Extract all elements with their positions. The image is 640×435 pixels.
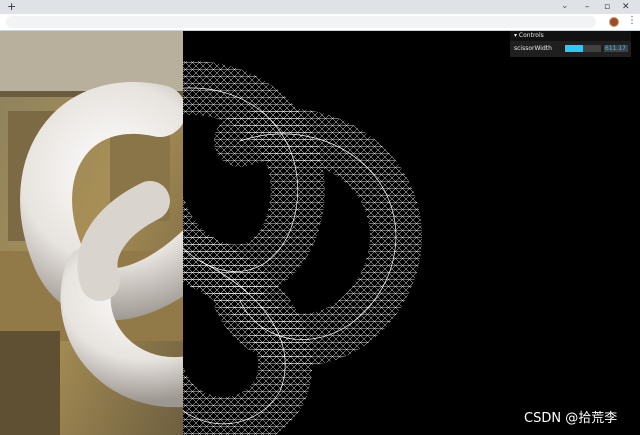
- scissor-width-control: scissorWidth 611.17: [510, 43, 631, 54]
- watermark: CSDN @拾荒李: [524, 411, 618, 426]
- address-bar: ⋮: [0, 14, 640, 31]
- tab-strip: + ⌄ – ▫ ✕: [0, 0, 640, 14]
- gui-title-label: Controls: [518, 32, 544, 39]
- slider-fill: [565, 45, 583, 52]
- chevron-down-icon[interactable]: ⌄: [561, 1, 569, 11]
- kebab-menu-icon[interactable]: ⋮: [627, 15, 637, 26]
- webgl-canvas[interactable]: [0, 31, 640, 435]
- maximize-icon[interactable]: ▫: [604, 1, 610, 13]
- minimize-icon[interactable]: –: [585, 1, 590, 13]
- scissor-width-slider[interactable]: [565, 45, 601, 52]
- close-icon[interactable]: ✕: [622, 1, 630, 13]
- scissor-width-value[interactable]: 611.17: [604, 45, 628, 52]
- gui-title[interactable]: ▾ Controls: [510, 31, 631, 41]
- gui-panel: ▾ Controls scissorWidth 611.17: [510, 31, 631, 57]
- wireframe-torus-knot: [183, 60, 422, 435]
- new-tab-button[interactable]: +: [7, 1, 16, 13]
- omnibox[interactable]: [6, 16, 596, 28]
- profile-avatar[interactable]: [609, 17, 619, 27]
- scissor-width-label: scissorWidth: [514, 45, 552, 52]
- scene-render: [0, 31, 422, 435]
